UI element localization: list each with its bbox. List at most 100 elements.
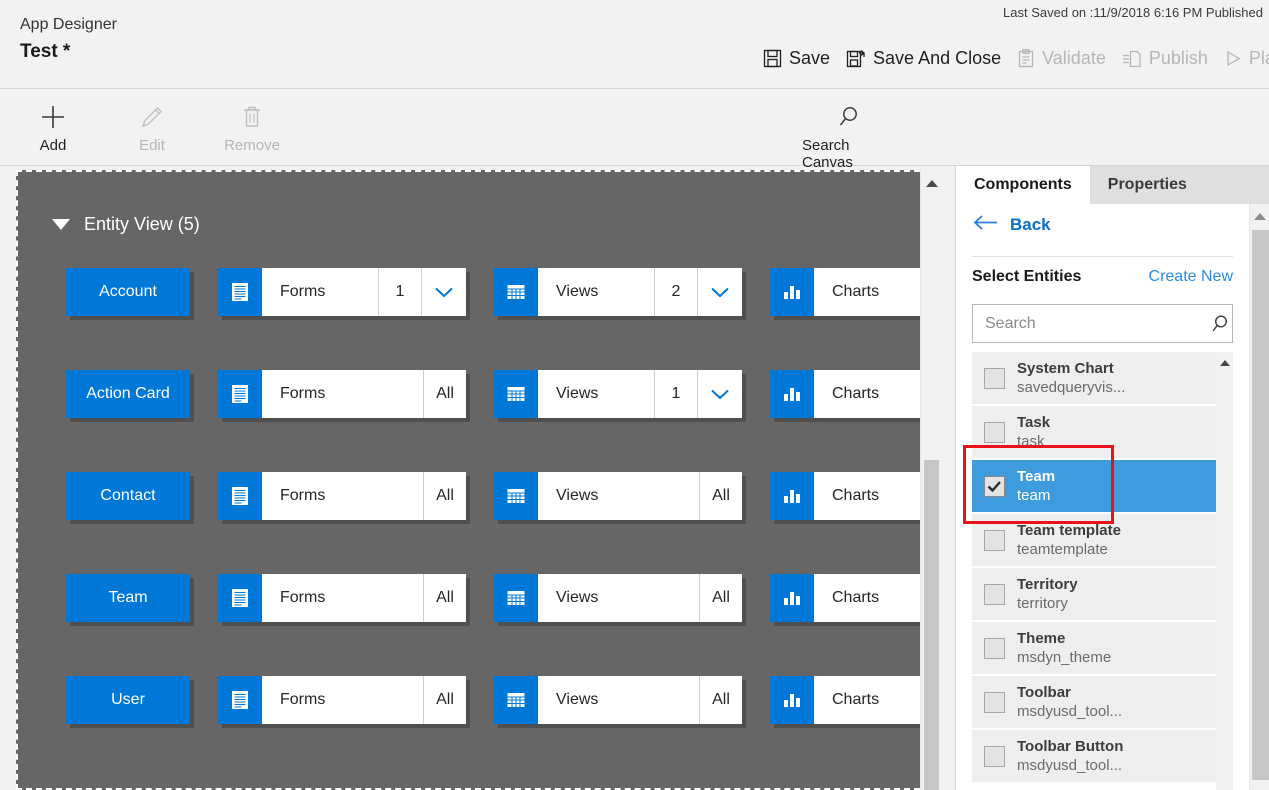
charts-card[interactable]: Charts: [770, 370, 940, 418]
list-item[interactable]: Toolbar Button msdyusd_tool...: [972, 730, 1216, 784]
search-canvas-label: Search Canvas: [802, 137, 853, 171]
views-icon: [494, 676, 538, 724]
entity-text: Team template teamtemplate: [1017, 521, 1121, 559]
entity-search-box[interactable]: [972, 304, 1233, 343]
entity-list[interactable]: System Chart savedqueryvis... Task task Team…: [972, 352, 1216, 790]
views-card[interactable]: Views All: [494, 472, 742, 520]
entity-view-section-header[interactable]: Entity View (5): [52, 214, 200, 235]
add-button[interactable]: Add: [6, 101, 100, 154]
chevron-down-icon[interactable]: [697, 370, 742, 418]
charts-card[interactable]: Charts: [770, 268, 940, 316]
entity-text: Toolbar Button msdyusd_tool...: [1017, 737, 1123, 775]
entity-chip[interactable]: Account: [66, 268, 190, 316]
list-item[interactable]: Team template teamtemplate: [972, 514, 1216, 568]
canvas-scrollbar-thumb[interactable]: [924, 460, 939, 790]
save-and-close-button[interactable]: Save And Close: [838, 46, 1009, 71]
list-item[interactable]: Territory territory: [972, 568, 1216, 622]
charts-icon: [770, 676, 814, 724]
entity-logical-name: savedqueryvis...: [1017, 379, 1126, 396]
entity-display-name: Task: [1017, 414, 1051, 431]
views-card-count: 2: [654, 268, 697, 316]
forms-card[interactable]: Forms All: [218, 574, 466, 622]
add-button-label: Add: [39, 137, 67, 154]
panel-scrollbar[interactable]: [1249, 204, 1269, 790]
list-item[interactable]: Team team: [972, 460, 1216, 514]
chevron-down-icon[interactable]: [52, 219, 70, 230]
forms-card[interactable]: Forms All: [218, 472, 466, 520]
entity-checkbox[interactable]: [984, 745, 1005, 767]
entity-row: Action Card Forms All Views 1 Charts: [18, 370, 940, 422]
charts-card[interactable]: Charts: [770, 676, 940, 724]
entity-display-name: Team: [1017, 468, 1056, 485]
forms-card[interactable]: Forms All: [218, 676, 466, 724]
entity-chip[interactable]: Contact: [66, 472, 190, 520]
entity-text: Toolbar msdyusd_tool...: [1017, 683, 1122, 721]
list-item[interactable]: Theme msdyn_theme: [972, 622, 1216, 676]
play-button[interactable]: Play: [1216, 46, 1269, 71]
edit-button-label: Edit: [139, 137, 165, 154]
save-icon: [763, 49, 782, 68]
search-input[interactable]: [973, 314, 1202, 333]
list-item[interactable]: Toolbar msdyusd_tool...: [972, 676, 1216, 730]
chevron-down-icon[interactable]: [421, 268, 466, 316]
list-item[interactable]: Task task: [972, 406, 1216, 460]
forms-icon: [218, 268, 262, 316]
publish-icon: [1122, 49, 1142, 68]
tab-components[interactable]: Components: [956, 166, 1090, 204]
tab-properties[interactable]: Properties: [1089, 166, 1269, 204]
entity-checkbox[interactable]: [984, 367, 1005, 389]
charts-card[interactable]: Charts: [770, 472, 940, 520]
save-and-close-button-label: Save And Close: [873, 47, 1002, 68]
validate-button[interactable]: Validate: [1009, 46, 1114, 71]
list-scroll-up-arrow-icon[interactable]: [1219, 360, 1230, 366]
entity-list-scrollbar[interactable]: [1216, 352, 1233, 790]
select-entities-row: Select Entities Create New: [972, 268, 1233, 286]
entity-checkbox[interactable]: [984, 691, 1005, 713]
save-button[interactable]: Save: [755, 46, 838, 71]
play-icon: [1224, 49, 1242, 68]
views-card[interactable]: Views All: [494, 574, 742, 622]
back-button[interactable]: Back: [972, 214, 1051, 236]
create-new-link[interactable]: Create New: [1149, 268, 1233, 286]
entity-display-name: System Chart: [1017, 360, 1114, 377]
remove-button[interactable]: Remove: [205, 101, 299, 154]
panel-scrollbar-thumb[interactable]: [1252, 230, 1269, 780]
forms-icon: [218, 574, 262, 622]
panel-tabs: Components Properties: [956, 166, 1269, 204]
publish-button[interactable]: Publish: [1114, 46, 1216, 71]
forms-icon: [218, 370, 262, 418]
search-icon[interactable]: [1202, 313, 1238, 335]
forms-card[interactable]: Forms All: [218, 370, 466, 418]
remove-button-label: Remove: [224, 137, 280, 154]
entity-checkbox[interactable]: [984, 529, 1005, 551]
views-card[interactable]: Views 1: [494, 370, 742, 418]
forms-card-count: All: [423, 676, 466, 724]
trash-icon: [239, 101, 265, 133]
entity-display-name: Team template: [1017, 522, 1121, 539]
canvas-scrollbar[interactable]: [920, 170, 942, 790]
panel-body: Back Select Entities Create New System C…: [956, 204, 1249, 790]
scroll-up-arrow-icon[interactable]: [925, 180, 938, 187]
charts-card[interactable]: Charts: [770, 574, 940, 622]
panel-divider: [972, 256, 1233, 257]
forms-card[interactable]: Forms 1: [218, 268, 466, 316]
forms-card-count: All: [423, 370, 466, 418]
entity-checkbox[interactable]: [984, 637, 1005, 659]
entity-chip[interactable]: Action Card: [66, 370, 190, 418]
entity-checkbox[interactable]: [984, 583, 1005, 605]
panel-scroll-up-arrow-icon[interactable]: [1254, 213, 1266, 220]
chevron-down-icon[interactable]: [697, 268, 742, 316]
views-card[interactable]: Views 2: [494, 268, 742, 316]
edit-button[interactable]: Edit: [105, 101, 199, 154]
entity-text: Theme msdyn_theme: [1017, 629, 1111, 667]
entity-chip[interactable]: User: [66, 676, 190, 724]
entity-chip[interactable]: Team: [66, 574, 190, 622]
search-canvas-button[interactable]: Search Canvas: [802, 101, 896, 171]
views-card[interactable]: Views All: [494, 676, 742, 724]
entity-checkbox[interactable]: [984, 421, 1005, 443]
list-item[interactable]: System Chart savedqueryvis...: [972, 352, 1216, 406]
entity-checkbox[interactable]: [984, 475, 1005, 497]
entity-row: Contact Forms All Views All Charts: [18, 472, 940, 524]
header-actions: Save Save And Close Validate Publish Pl: [755, 42, 1269, 74]
entity-display-name: Territory: [1017, 576, 1078, 593]
